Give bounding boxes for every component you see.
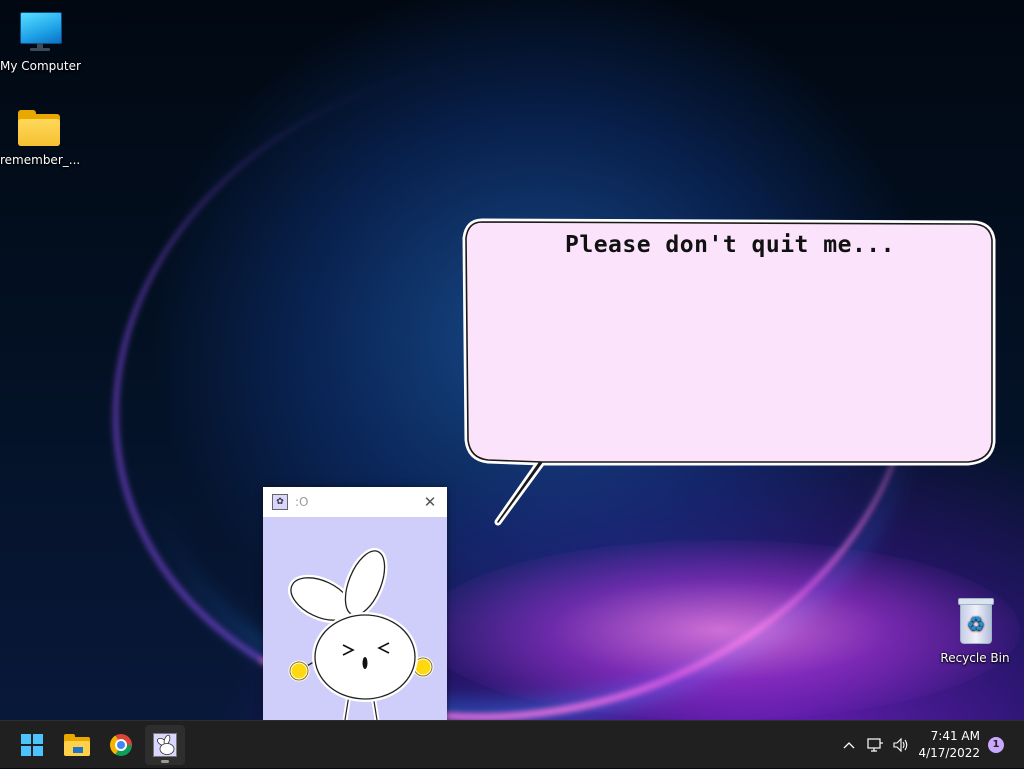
speech-bubble: [462, 218, 996, 526]
folder-icon: [64, 734, 90, 756]
desktop-icon-label: Recycle Bin: [940, 651, 1010, 665]
bunny-app-icon: [153, 733, 177, 757]
network-icon: [867, 738, 883, 752]
close-button[interactable]: ✕: [419, 491, 441, 513]
monitor-icon: [18, 10, 62, 52]
speech-bubble-text: Please don't quit me...: [565, 232, 895, 258]
pet-window-title: :O: [295, 495, 309, 509]
bunny-app-icon: ✿: [272, 494, 288, 510]
windows-logo-icon: [21, 734, 43, 756]
desktop-icon-recycle-bin[interactable]: ♻ Recycle Bin: [935, 598, 1015, 665]
pet-window-titlebar[interactable]: ✿ :O ✕: [263, 487, 447, 517]
desktop-icon-remember-folder[interactable]: remember_...: [0, 110, 80, 167]
desktop-icon-label: My Computer: [0, 59, 81, 73]
clock-date: 4/17/2022: [918, 746, 980, 760]
pet-window[interactable]: ✿ :O ✕: [263, 487, 447, 720]
speaker-icon: [893, 737, 908, 753]
desktop[interactable]: My Computer remember_... ♻ Recycle Bin P…: [0, 0, 1024, 720]
notification-badge[interactable]: 1: [988, 737, 1004, 753]
taskbar: 7:41 AM 4/17/2022 1: [0, 720, 1024, 768]
tray-overflow-button[interactable]: [839, 721, 859, 769]
taskbar-file-explorer[interactable]: [57, 725, 97, 765]
folder-icon: [18, 110, 62, 146]
taskbar-desktop-pet[interactable]: [145, 725, 185, 765]
wallpaper-highlight: [420, 540, 1020, 720]
taskbar-chrome[interactable]: [101, 725, 141, 765]
start-button[interactable]: [12, 725, 52, 765]
taskbar-clock[interactable]: 7:41 AM 4/17/2022: [918, 728, 980, 762]
desktop-icon-my-computer[interactable]: My Computer: [0, 10, 81, 73]
chevron-up-icon: [843, 742, 855, 749]
clock-time: 7:41 AM: [930, 729, 980, 743]
tray-network-button[interactable]: [865, 721, 885, 769]
chrome-icon: [110, 734, 132, 756]
desktop-icon-label: remember_...: [0, 153, 81, 167]
tray-volume-button[interactable]: [890, 721, 912, 769]
recycle-bin-icon: ♻: [955, 598, 995, 644]
bunny-character[interactable]: [263, 517, 447, 720]
